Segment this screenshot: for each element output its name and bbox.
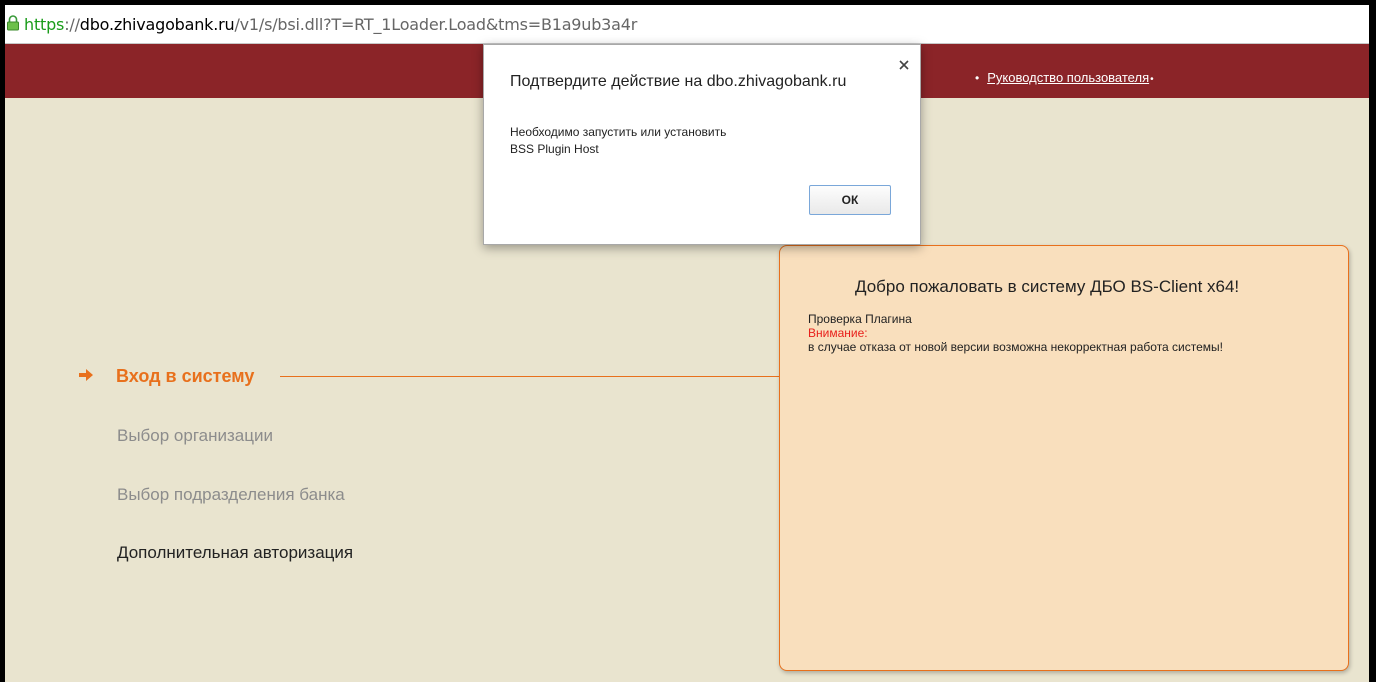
step-connector-line bbox=[280, 376, 782, 377]
user-guide-link[interactable]: • Руководство пользователя• bbox=[975, 70, 1154, 85]
bullet-marker-end: • bbox=[1150, 74, 1154, 85]
confirm-dialog: Подтвердите действие на dbo.zhivagobank.… bbox=[483, 44, 921, 245]
url-text[interactable]: https://dbo.zhivagobank.ru/v1/s/bsi.dll?… bbox=[24, 15, 637, 35]
bullet-marker: • bbox=[975, 71, 980, 85]
url-separator: :// bbox=[64, 15, 80, 34]
step-select-organization: Выбор организации bbox=[117, 426, 273, 445]
address-bar[interactable]: https://dbo.zhivagobank.ru/v1/s/bsi.dll?… bbox=[5, 5, 1369, 44]
url-host: dbo.zhivagobank.ru bbox=[79, 15, 235, 34]
dialog-message: Необходимо запустить или установить BSS … bbox=[510, 124, 726, 158]
welcome-body: Проверка Плагина Внимание: в случае отка… bbox=[808, 312, 1223, 354]
welcome-title: Добро пожаловать в систему ДБО BS-Client… bbox=[855, 277, 1240, 296]
dialog-title: Подтвердите действие на dbo.zhivagobank.… bbox=[510, 73, 847, 90]
browser-window: https://dbo.zhivagobank.ru/v1/s/bsi.dll?… bbox=[5, 5, 1369, 682]
dialog-message-line1: Необходимо запустить или установить bbox=[510, 125, 727, 139]
url-scheme: https bbox=[24, 15, 65, 34]
warning-label: Внимание: bbox=[808, 326, 868, 340]
user-guide-label: Руководство пользователя bbox=[987, 70, 1150, 85]
warning-text: в случае отказа от новой версии возможна… bbox=[808, 340, 1224, 354]
step-select-bank-branch: Выбор подразделения банка bbox=[117, 485, 345, 504]
arrow-right-icon bbox=[79, 369, 93, 381]
step-login[interactable]: Вход в систему bbox=[116, 366, 254, 387]
url-path: /v1/s/bsi.dll?T=RT_1Loader.Load&tms=B1a9… bbox=[234, 15, 638, 34]
dialog-message-line2: BSS Plugin Host bbox=[510, 142, 599, 156]
lock-icon bbox=[7, 15, 19, 31]
ok-button[interactable]: ОК bbox=[809, 185, 891, 215]
step-additional-auth[interactable]: Дополнительная авторизация bbox=[117, 543, 353, 563]
welcome-panel: Добро пожаловать в систему ДБО BS-Client… bbox=[779, 245, 1349, 671]
close-icon[interactable] bbox=[898, 59, 910, 71]
plugin-check-text: Проверка Плагина bbox=[808, 312, 912, 326]
